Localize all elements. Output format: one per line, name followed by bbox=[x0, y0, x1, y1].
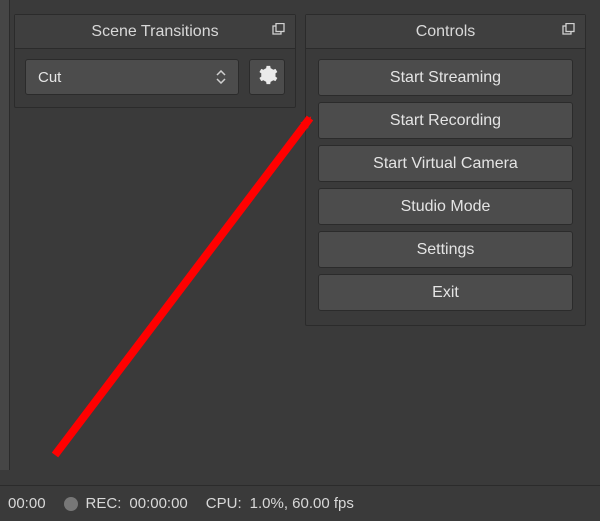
start-recording-button[interactable]: Start Recording bbox=[318, 102, 573, 139]
button-label: Start Streaming bbox=[390, 69, 501, 87]
button-label: Studio Mode bbox=[401, 198, 491, 216]
scene-transitions-body: Cut bbox=[15, 49, 295, 107]
popout-icon bbox=[272, 23, 286, 41]
button-label: Start Virtual Camera bbox=[373, 155, 518, 173]
controls-panel: Controls Start Streaming Start Recording… bbox=[305, 14, 586, 326]
panel-popout-button[interactable] bbox=[559, 22, 579, 42]
left-panel-edge bbox=[0, 0, 10, 470]
controls-title: Controls bbox=[306, 15, 585, 48]
gear-icon bbox=[256, 64, 278, 90]
cpu-status: CPU: 1.0%, 60.00 fps bbox=[206, 495, 354, 512]
scene-transitions-title: Scene Transitions bbox=[15, 15, 295, 48]
rec-label: REC: bbox=[86, 495, 122, 512]
status-bar: 00:00 REC: 00:00:00 CPU: 1.0%, 60.00 fps bbox=[0, 485, 600, 521]
start-virtual-camera-button[interactable]: Start Virtual Camera bbox=[318, 145, 573, 182]
cpu-value: 1.0%, 60.00 fps bbox=[250, 495, 354, 512]
controls-header: Controls bbox=[306, 15, 585, 49]
scene-transitions-panel: Scene Transitions Cut bbox=[14, 14, 296, 108]
panel-popout-button[interactable] bbox=[269, 22, 289, 42]
transition-settings-button[interactable] bbox=[249, 59, 285, 95]
exit-button[interactable]: Exit bbox=[318, 274, 573, 311]
scene-transitions-header: Scene Transitions bbox=[15, 15, 295, 49]
button-label: Settings bbox=[417, 241, 475, 259]
transition-select-value: Cut bbox=[38, 69, 61, 86]
stream-time-value: 00:00 bbox=[8, 495, 46, 512]
rec-time-value: 00:00:00 bbox=[129, 495, 187, 512]
cpu-label: CPU: bbox=[206, 495, 242, 512]
rec-status: REC: 00:00:00 bbox=[64, 495, 188, 512]
button-label: Start Recording bbox=[390, 112, 501, 130]
stream-time: 00:00 bbox=[8, 495, 46, 512]
transition-select[interactable]: Cut bbox=[25, 59, 239, 95]
studio-mode-button[interactable]: Studio Mode bbox=[318, 188, 573, 225]
settings-button[interactable]: Settings bbox=[318, 231, 573, 268]
controls-body: Start Streaming Start Recording Start Vi… bbox=[306, 49, 585, 325]
button-label: Exit bbox=[432, 284, 459, 302]
record-indicator-icon bbox=[64, 497, 78, 511]
up-down-icon bbox=[212, 60, 230, 94]
start-streaming-button[interactable]: Start Streaming bbox=[318, 59, 573, 96]
popout-icon bbox=[562, 23, 576, 41]
